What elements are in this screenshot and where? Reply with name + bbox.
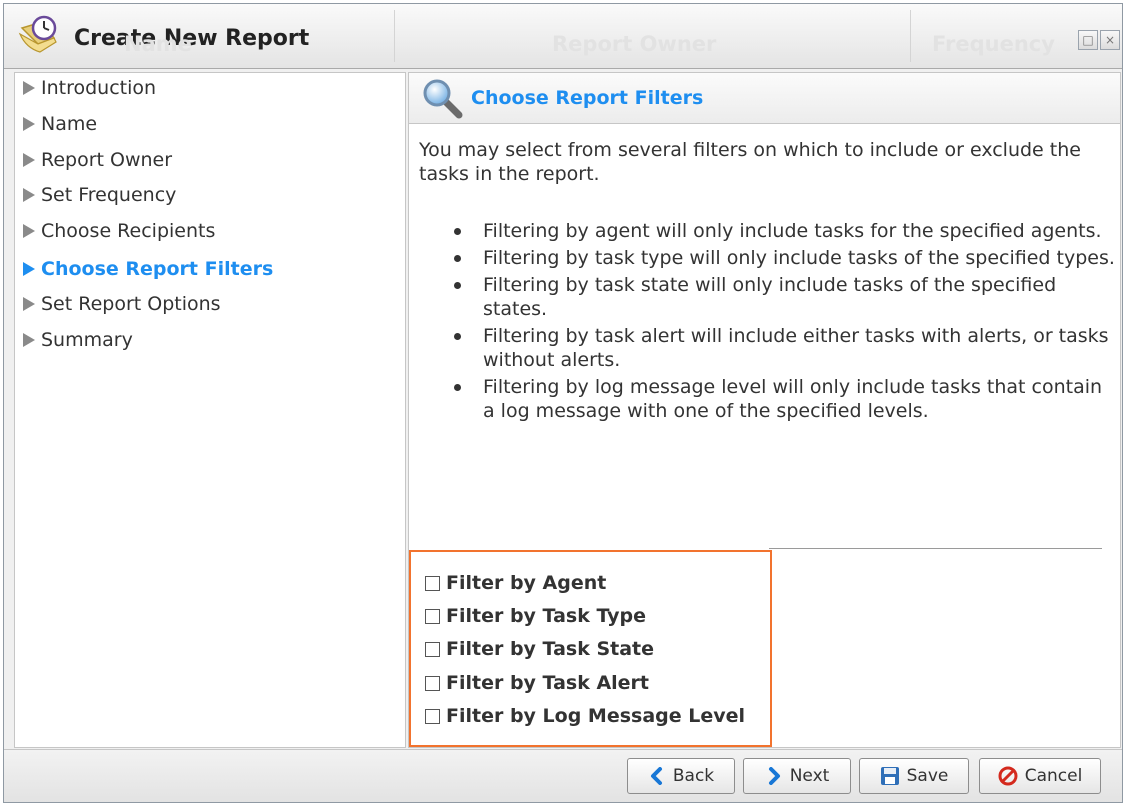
checkbox-label: Filter by Task State [446,638,655,660]
magnifier-icon [423,79,463,119]
arrow-right-icon [23,117,35,131]
divider [769,548,1102,549]
nav-item-label: Summary [41,329,133,351]
cancel-button-label: Cancel [1024,766,1083,786]
back-arrow-icon [650,767,662,785]
report-clock-icon [18,15,57,53]
arrow-right-icon [23,333,35,347]
nav-item-introduction[interactable]: Introduction [23,77,156,99]
restore-button[interactable]: □ [1078,30,1098,50]
background-tab-frequency: Frequency [932,32,1055,56]
nav-item-label: Choose Report Filters [41,258,274,280]
list-item: Filtering by task type will only include… [447,246,1117,270]
checkbox[interactable] [425,675,440,691]
nav-item-set-frequency[interactable]: Set Frequency [23,184,176,206]
arrow-right-icon [23,297,35,311]
save-disk-icon [880,767,899,785]
filter-by-task-type-checkbox[interactable]: Filter by Task Type [425,605,646,627]
close-button[interactable]: × [1100,30,1120,50]
nav-item-label: Set Frequency [41,184,177,206]
arrow-right-icon [23,224,35,238]
save-button-label: Save [906,766,949,786]
list-item: Filtering by task state will only includ… [447,273,1117,321]
back-button[interactable]: Back [627,758,735,794]
nav-item-summary[interactable]: Summary [23,329,133,351]
nav-item-label: Name [41,113,98,135]
checkbox[interactable] [425,608,440,624]
filter-checkbox-group: Filter by Agent Filter by Task Type Filt… [409,550,772,747]
filter-by-log-message-level-checkbox[interactable]: Filter by Log Message Level [425,705,745,727]
list-item: Filtering by task alert will include eit… [447,324,1117,372]
nav-item-label: Introduction [41,77,157,99]
tab-separator [394,10,395,62]
filter-by-agent-checkbox[interactable]: Filter by Agent [425,572,606,594]
list-item: Filtering by log message level will only… [447,375,1117,423]
background-tab-report-owner: Report Owner [552,32,717,56]
arrow-right-icon [23,262,35,276]
back-button-label: Back [672,766,715,786]
list-item: Filtering by agent will only include tas… [447,219,1117,243]
button-bar: Back Next Save Cancel [4,749,1122,802]
arrow-right-icon [23,153,35,167]
nav-item-label: Choose Recipients [41,220,216,242]
nav-item-choose-report-filters[interactable]: Choose Report Filters [23,258,273,280]
tab-separator [910,10,911,62]
nav-item-choose-recipients[interactable]: Choose Recipients [23,220,215,242]
checkbox-label: Filter by Task Type [446,605,647,627]
intro-text: You may select from several filters on w… [419,139,1081,185]
nav-item-label: Report Owner [41,149,173,171]
cancel-button[interactable]: Cancel [979,758,1101,794]
next-button-label: Next [789,766,830,786]
title-bar: Create New Report Name Report Owner Freq… [4,4,1122,69]
pane-header: Choose Report Filters [409,73,1120,124]
checkbox-label: Filter by Log Message Level [446,705,746,727]
checkbox[interactable] [425,641,440,657]
pane-title: Choose Report Filters [471,87,704,109]
next-button[interactable]: Next [743,758,851,794]
nav-item-set-report-options[interactable]: Set Report Options [23,293,221,315]
filter-by-task-alert-checkbox[interactable]: Filter by Task Alert [425,672,649,694]
filter-help-list: Filtering by agent will only include tas… [447,219,1117,426]
save-button[interactable]: Save [859,758,969,794]
background-tab-name: Name [124,32,192,56]
checkbox[interactable] [425,575,440,591]
checkbox[interactable] [425,708,440,724]
step-content-pane: Choose Report Filters You may select fro… [408,72,1121,748]
nav-item-label: Set Report Options [41,293,221,315]
checkbox-label: Filter by Agent [446,572,607,594]
filter-by-task-state-checkbox[interactable]: Filter by Task State [425,638,654,660]
next-arrow-icon [768,767,780,785]
cancel-circle-icon [998,766,1018,786]
arrow-right-icon [23,188,35,202]
arrow-right-icon [23,81,35,95]
create-report-dialog: Create New Report Name Report Owner Freq… [3,3,1123,803]
nav-item-name[interactable]: Name [23,113,97,135]
nav-item-report-owner[interactable]: Report Owner [23,149,172,171]
wizard-step-nav: Introduction Name Report Owner Set Frequ… [14,72,406,748]
checkbox-label: Filter by Task Alert [446,672,650,694]
